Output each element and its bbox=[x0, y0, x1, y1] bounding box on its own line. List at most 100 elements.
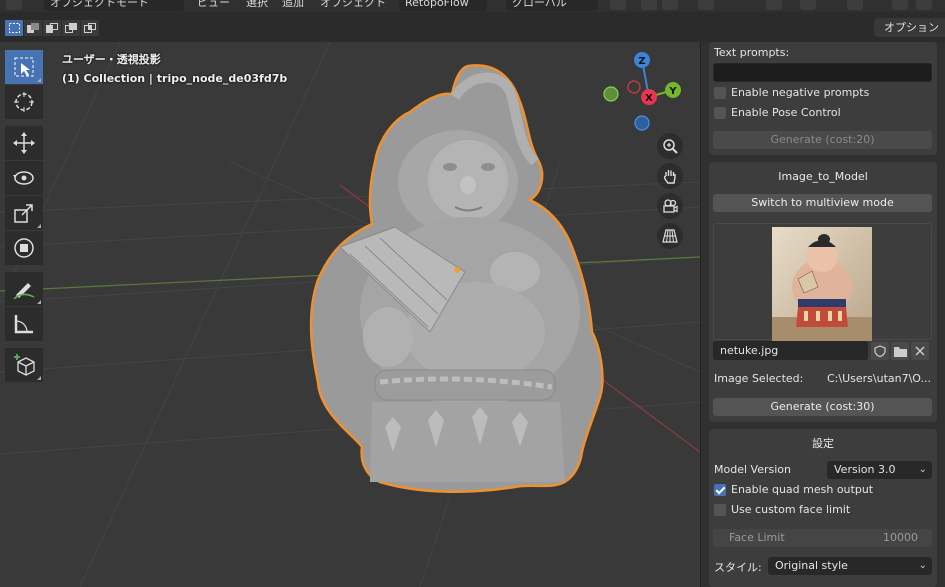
gizmo-neg-y[interactable] bbox=[603, 86, 619, 102]
select-extend-icon[interactable] bbox=[24, 20, 43, 36]
select-subtract-icon[interactable] bbox=[43, 20, 62, 36]
pose-control-label: Enable Pose Control bbox=[731, 106, 841, 119]
fake-user-button[interactable] bbox=[871, 342, 889, 360]
mode-dropdown[interactable]: オブジェクトモード bbox=[44, 0, 184, 11]
gizmo-neg-z[interactable] bbox=[634, 115, 650, 131]
close-icon bbox=[915, 346, 925, 356]
generate-image-button[interactable]: Generate (cost:30) bbox=[713, 398, 932, 416]
generate-text-button[interactable]: Generate (cost:20) bbox=[713, 131, 932, 149]
visibility-icon[interactable] bbox=[766, 0, 782, 10]
gizmo-x-label: X bbox=[645, 93, 653, 104]
pan-button[interactable] bbox=[657, 163, 683, 189]
snap-icon[interactable] bbox=[641, 0, 657, 10]
negative-prompts-label: Enable negative prompts bbox=[731, 86, 870, 99]
scale-icon bbox=[14, 204, 33, 223]
zoom-icon bbox=[663, 139, 678, 154]
rotate-icon bbox=[13, 171, 34, 185]
add-cube-icon bbox=[14, 354, 35, 376]
origin-point bbox=[454, 267, 460, 273]
gizmo-z-axis[interactable]: Z bbox=[634, 52, 650, 68]
image-thumbnail[interactable] bbox=[772, 227, 872, 341]
style-dropdown[interactable]: Original style ⌄ bbox=[768, 557, 932, 575]
face-limit-label: Face Limit bbox=[729, 531, 785, 544]
select-box-tool[interactable] bbox=[5, 50, 43, 84]
face-limit-field[interactable]: Face Limit 10000 bbox=[713, 529, 932, 547]
custom-face-limit-checkbox[interactable] bbox=[714, 504, 726, 516]
measure-tool[interactable] bbox=[5, 307, 43, 341]
xray-icon[interactable] bbox=[892, 0, 908, 10]
generate-image-label: Generate (cost:30) bbox=[770, 400, 875, 413]
move-icon bbox=[13, 132, 35, 154]
options-label: オプション bbox=[884, 21, 939, 34]
switch-multiview-label: Switch to multiview mode bbox=[751, 196, 894, 209]
select-intersect-icon[interactable] bbox=[81, 20, 100, 36]
proportional-edit-icon[interactable] bbox=[698, 0, 714, 10]
gizmo-toggle-icon[interactable] bbox=[800, 0, 816, 10]
grid-perspective-icon bbox=[662, 229, 678, 243]
transform-tool[interactable] bbox=[5, 231, 43, 265]
settings-panel: 設定 Model Version Version 3.0 ⌄ Enable qu… bbox=[709, 429, 937, 587]
gizmo-y-axis[interactable]: Y bbox=[665, 82, 681, 98]
scale-tool[interactable] bbox=[5, 196, 43, 230]
retopoflow-label: RetopoFlow bbox=[405, 0, 469, 9]
gizmo-z-label: Z bbox=[638, 56, 645, 67]
editor-type-icon[interactable] bbox=[6, 0, 22, 10]
viewport-grid bbox=[0, 42, 700, 587]
rotate-tool[interactable] bbox=[5, 161, 43, 195]
navigation-gizmo[interactable]: Z Y X bbox=[598, 50, 688, 135]
cursor-icon bbox=[14, 92, 34, 112]
move-tool[interactable] bbox=[5, 126, 43, 160]
view-label: ユーザー・透視投影 bbox=[62, 53, 161, 66]
filename-value: netuke.jpg bbox=[720, 344, 779, 357]
image-to-model-panel: Image_to_Model Switch to multiview mode bbox=[709, 162, 937, 422]
text-prompts-label: Text prompts: bbox=[714, 46, 790, 59]
retopoflow-dropdown[interactable]: RetopoFlow bbox=[399, 0, 487, 11]
pivot-icon[interactable] bbox=[610, 0, 626, 10]
text-prompts-input[interactable] bbox=[713, 63, 932, 82]
orientation-label: グローバル bbox=[512, 0, 567, 9]
transform-icon bbox=[14, 238, 34, 258]
shading-solid-icon[interactable] bbox=[916, 0, 932, 10]
folder-icon bbox=[893, 346, 907, 357]
browse-file-button[interactable] bbox=[891, 342, 909, 360]
shield-icon bbox=[874, 345, 886, 357]
select-new-icon[interactable] bbox=[5, 20, 24, 36]
collection-label: (1) Collection | tripo_node_de03fd7b bbox=[62, 72, 288, 85]
annotate-tool[interactable] bbox=[5, 272, 43, 306]
pose-control-checkbox[interactable] bbox=[714, 107, 726, 119]
sidebar-panel: Text prompts: Enable negative prompts En… bbox=[700, 42, 945, 587]
menu-select[interactable]: 選択 bbox=[246, 0, 268, 10]
model-version-dropdown[interactable]: Version 3.0 ⌄ bbox=[827, 461, 932, 479]
select-invert-icon[interactable] bbox=[62, 20, 81, 36]
perspective-button[interactable] bbox=[657, 223, 683, 249]
menu-add[interactable]: 追加 bbox=[282, 0, 304, 10]
clear-file-button[interactable] bbox=[911, 342, 929, 360]
face-limit-value: 10000 bbox=[883, 531, 918, 544]
menu-view[interactable]: ビュー bbox=[197, 0, 230, 10]
sumo-model[interactable] bbox=[309, 64, 604, 493]
quad-mesh-checkbox[interactable] bbox=[714, 484, 726, 496]
orientation-dropdown[interactable]: グローバル bbox=[506, 0, 598, 11]
camera-icon bbox=[663, 199, 678, 213]
tool-settings-bar: オプション bbox=[0, 12, 945, 42]
add-cube-tool[interactable] bbox=[5, 348, 43, 382]
mode-label: オブジェクトモード bbox=[50, 0, 149, 9]
overlay-icon[interactable] bbox=[847, 0, 863, 10]
zoom-button[interactable] bbox=[657, 133, 683, 159]
style-value: Original style bbox=[775, 559, 848, 572]
3d-viewport[interactable]: ユーザー・透視投影 (1) Collection | tripo_node_de… bbox=[0, 42, 700, 587]
filename-field[interactable]: netuke.jpg bbox=[713, 341, 868, 360]
style-label: スタイル: bbox=[714, 561, 762, 574]
gizmo-y-label: Y bbox=[668, 86, 677, 97]
snap-target-icon[interactable] bbox=[662, 0, 678, 10]
gizmo-neg-x[interactable] bbox=[627, 80, 641, 94]
chevron-down-icon: ⌄ bbox=[918, 464, 927, 475]
generate-text-label: Generate (cost:20) bbox=[770, 133, 875, 146]
options-button[interactable]: オプション bbox=[874, 18, 945, 37]
gizmo-x-axis[interactable]: X bbox=[641, 89, 657, 105]
cursor-tool[interactable] bbox=[5, 85, 43, 119]
negative-prompts-checkbox[interactable] bbox=[714, 87, 726, 99]
menu-object[interactable]: オブジェクト bbox=[320, 0, 386, 10]
switch-multiview-button[interactable]: Switch to multiview mode bbox=[713, 194, 932, 212]
camera-button[interactable] bbox=[657, 193, 683, 219]
